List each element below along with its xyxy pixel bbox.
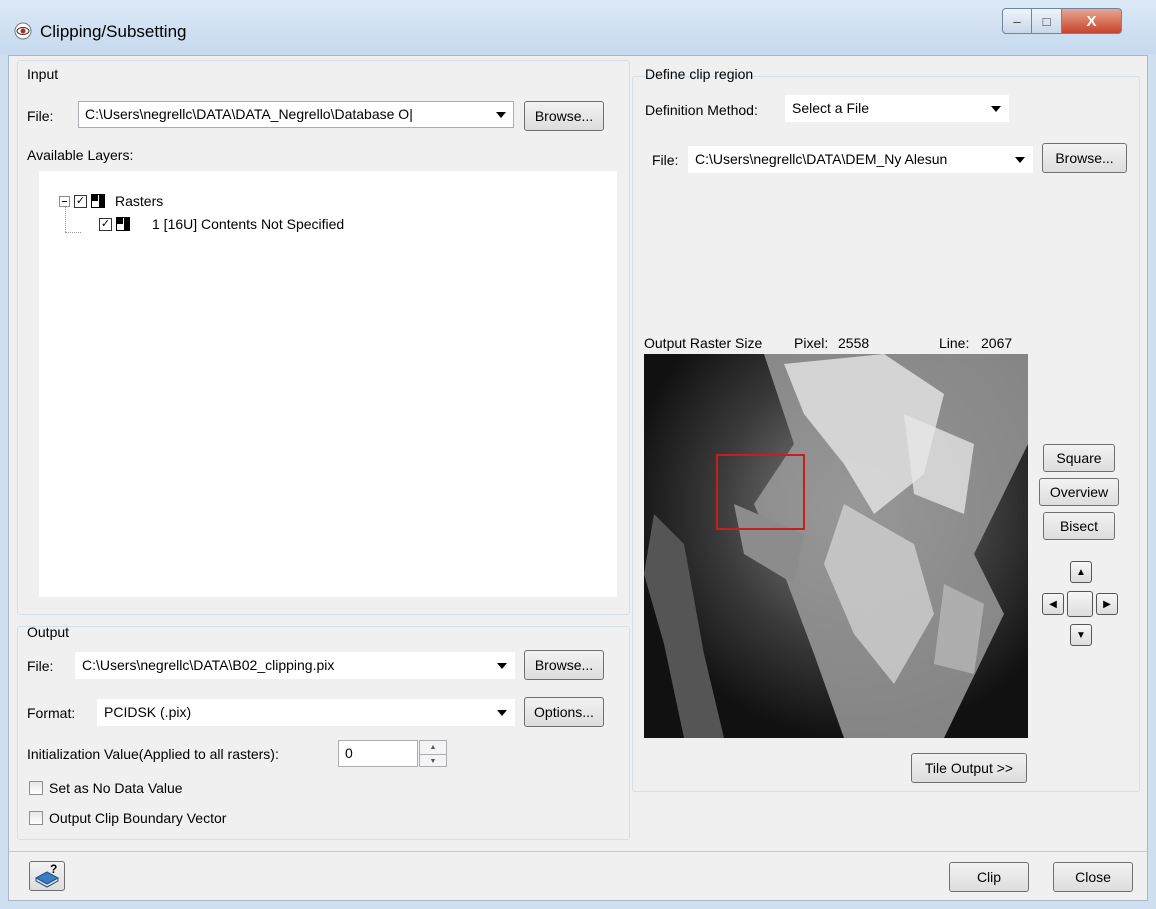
tile-output-button[interactable]: Tile Output >> xyxy=(911,753,1027,783)
triangle-down-icon: ▼ xyxy=(1076,629,1086,641)
dialog-body: Input File: C:\Users\negrellc\DATA\DATA_… xyxy=(8,55,1148,901)
tree-node-layer-1[interactable]: ✓ 1 [16U] Contents Not Specified xyxy=(99,216,344,232)
init-value-label: Initialization Value(Applied to all rast… xyxy=(27,746,279,762)
definition-method-value: Select a File xyxy=(792,100,870,116)
triangle-right-icon: ▶ xyxy=(1103,598,1111,610)
pan-left-button[interactable]: ◀ xyxy=(1042,593,1064,615)
triangle-left-icon: ◀ xyxy=(1049,598,1057,610)
close-window-button[interactable]: X xyxy=(1062,8,1122,34)
clip-file-label: File: xyxy=(652,152,679,168)
output-file-value: C:\Users\negrellc\DATA\B02_clipping.pix xyxy=(82,657,335,673)
raster-icon xyxy=(91,194,105,208)
input-file-combo[interactable]: C:\Users\negrellc\DATA\DATA_Negrello\Dat… xyxy=(78,101,514,128)
nodata-label: Set as No Data Value xyxy=(49,780,183,796)
chevron-down-icon xyxy=(991,106,1001,112)
init-value-spinner[interactable]: ▲ ▼ xyxy=(419,740,447,767)
boundary-checkbox-row[interactable]: Output Clip Boundary Vector xyxy=(29,810,226,826)
checkbox-checked-icon[interactable]: ✓ xyxy=(74,194,87,208)
available-layers-label: Available Layers: xyxy=(27,147,134,163)
pixel-value: 2558 xyxy=(838,335,870,351)
clip-file-value: C:\Users\negrellc\DATA\DEM_Ny Alesun xyxy=(695,151,948,167)
boundary-label: Output Clip Boundary Vector xyxy=(49,810,227,826)
maximize-button[interactable]: □ xyxy=(1032,8,1062,34)
svg-text:?: ? xyxy=(50,862,57,876)
nodata-checkbox-row[interactable]: Set as No Data Value xyxy=(29,780,183,796)
nodata-checkbox[interactable] xyxy=(29,781,43,795)
title-bar[interactable]: Clipping/Subsetting – □ X xyxy=(0,0,1156,54)
format-combo[interactable]: PCIDSK (.pix) xyxy=(97,699,515,726)
bisect-button[interactable]: Bisect xyxy=(1043,512,1115,540)
triangle-up-icon: ▲ xyxy=(1076,566,1086,578)
minimize-button[interactable]: – xyxy=(1002,8,1032,34)
definition-method-combo[interactable]: Select a File xyxy=(785,95,1009,122)
pan-center-button[interactable] xyxy=(1067,591,1093,617)
pan-right-button[interactable]: ▶ xyxy=(1096,593,1118,615)
input-file-label: File: xyxy=(27,108,54,124)
square-button[interactable]: Square xyxy=(1043,444,1115,472)
output-raster-size-label: Output Raster Size xyxy=(644,335,763,351)
clip-file-combo[interactable]: C:\Users\negrellc\DATA\DEM_Ny Alesun xyxy=(688,146,1033,173)
chevron-down-icon xyxy=(1015,157,1025,163)
tree-node-label: Rasters xyxy=(115,193,164,209)
chevron-down-icon xyxy=(496,112,506,118)
clip-region-title: Define clip region xyxy=(645,66,754,82)
overview-button[interactable]: Overview xyxy=(1039,478,1119,506)
format-label: Format: xyxy=(27,705,76,721)
options-button[interactable]: Options... xyxy=(524,697,604,727)
help-button[interactable]: ? xyxy=(29,861,65,891)
clip-button[interactable]: Clip xyxy=(949,862,1029,892)
chevron-down-icon xyxy=(497,663,507,669)
output-browse-button[interactable]: Browse... xyxy=(524,650,604,680)
pan-down-button[interactable]: ▼ xyxy=(1070,624,1092,646)
line-value: 2067 xyxy=(981,335,1013,351)
format-value: PCIDSK (.pix) xyxy=(104,704,192,720)
tree-connector xyxy=(65,232,81,233)
chevron-down-icon xyxy=(497,710,507,716)
dialog-window: Clipping/Subsetting – □ X Input File: C:… xyxy=(0,0,1156,909)
eye-icon xyxy=(14,22,32,40)
spin-up-icon[interactable]: ▲ xyxy=(420,741,446,754)
window-title: Clipping/Subsetting xyxy=(40,22,187,41)
raster-preview[interactable] xyxy=(644,354,1028,738)
definition-method-label: Definition Method: xyxy=(645,102,758,118)
help-book-icon: ? xyxy=(34,862,60,888)
line-label: Line: xyxy=(939,335,970,351)
tree-node-label: 1 [16U] Contents Not Specified xyxy=(152,216,345,232)
init-value-input[interactable]: 0 xyxy=(338,740,418,767)
footer-divider xyxy=(9,851,1147,852)
boundary-checkbox[interactable] xyxy=(29,811,43,825)
input-group-title: Input xyxy=(27,66,59,82)
output-group-title: Output xyxy=(27,624,70,640)
pan-up-button[interactable]: ▲ xyxy=(1070,561,1092,583)
raster-icon xyxy=(116,217,130,231)
output-file-combo[interactable]: C:\Users\negrellc\DATA\B02_clipping.pix xyxy=(75,652,515,679)
input-browse-button[interactable]: Browse... xyxy=(524,101,604,131)
clip-browse-button[interactable]: Browse... xyxy=(1042,143,1127,173)
collapse-icon[interactable] xyxy=(59,195,70,207)
tree-node-rasters[interactable]: ✓ Rasters xyxy=(59,193,163,209)
output-file-label: File: xyxy=(27,658,54,674)
raster-preview-image xyxy=(644,354,1028,738)
close-button[interactable]: Close xyxy=(1053,862,1133,892)
spin-down-icon[interactable]: ▼ xyxy=(420,754,446,767)
window-controls: – □ X xyxy=(1002,8,1122,34)
checkbox-checked-icon[interactable]: ✓ xyxy=(99,217,112,231)
clip-rectangle[interactable] xyxy=(716,454,805,530)
input-file-value: C:\Users\negrellc\DATA\DATA_Negrello\Dat… xyxy=(85,106,413,122)
layers-tree[interactable]: ✓ Rasters ✓ 1 [16U] Contents Not Specifi… xyxy=(39,171,617,597)
pixel-label: Pixel: xyxy=(794,335,829,351)
